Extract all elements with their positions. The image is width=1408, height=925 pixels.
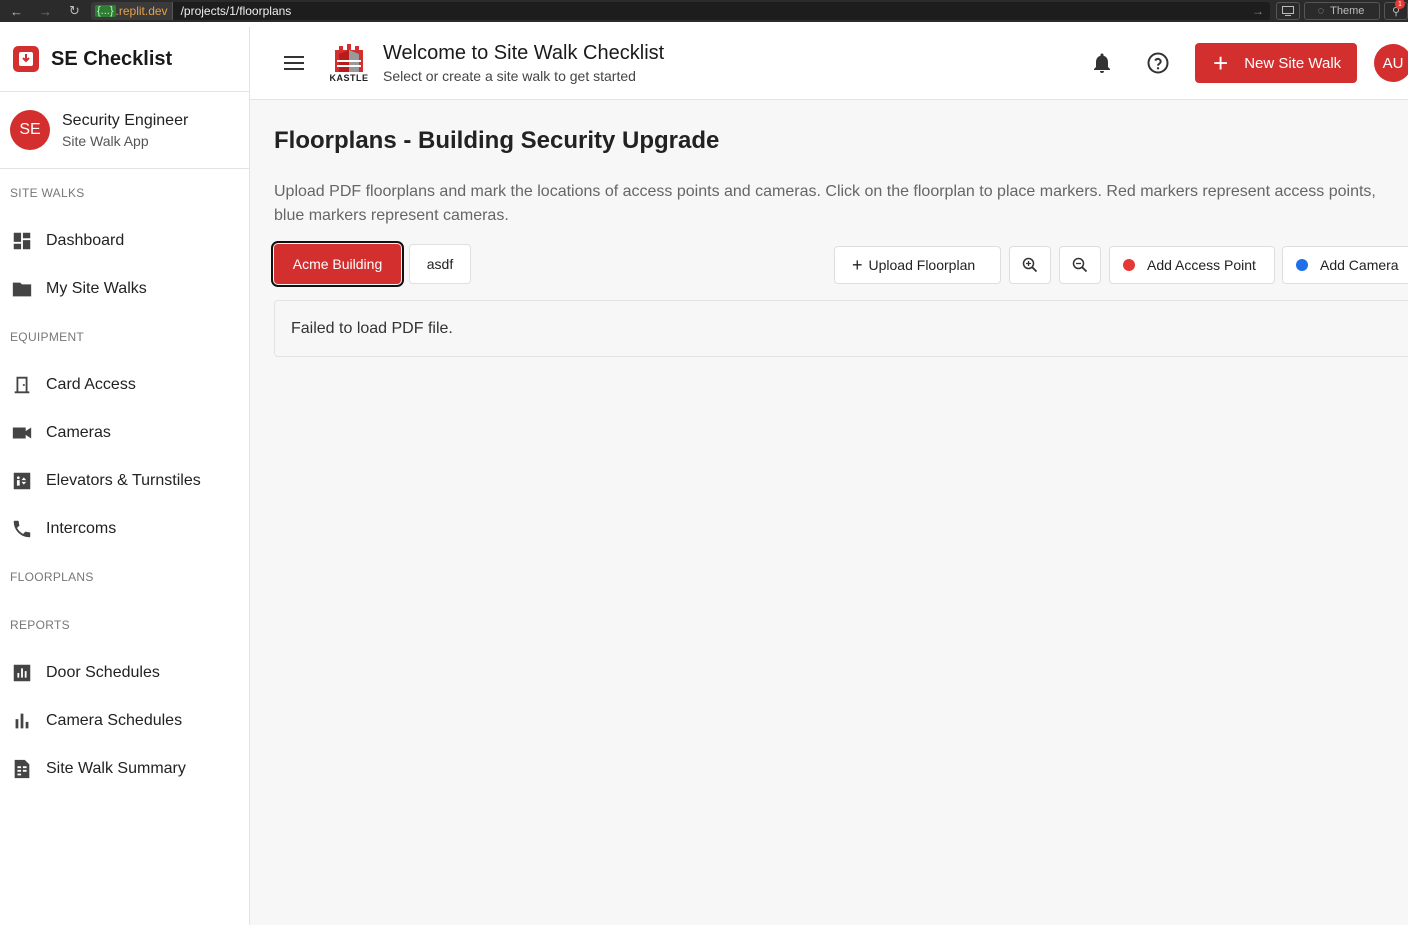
menu-icon[interactable] bbox=[283, 52, 305, 74]
browser-toolbar: ← → ↻ {...} .replit.dev /projects/1/floo… bbox=[0, 0, 1408, 22]
phone-icon bbox=[11, 518, 33, 540]
floorplan-tab-asdf[interactable]: asdf bbox=[409, 244, 471, 284]
main-content: Floorplans - Building Security Upgrade U… bbox=[250, 100, 1408, 925]
bar-chart-icon bbox=[11, 710, 33, 732]
top-header: KASTLE Welcome to Site Walk Checklist Se… bbox=[250, 27, 1408, 100]
sidebar-item-my-site-walks[interactable]: My Site Walks bbox=[0, 265, 249, 313]
bell-icon[interactable] bbox=[1090, 51, 1114, 75]
url-path: /projects/1/floorplans bbox=[180, 4, 292, 18]
user-profile: SE Security Engineer Site Walk App bbox=[0, 92, 249, 169]
user-name: Security Engineer bbox=[62, 111, 189, 129]
checklist-logo-icon bbox=[13, 46, 39, 72]
section-label-equipment: EQUIPMENT bbox=[10, 330, 85, 344]
sidebar-item-label: Card Access bbox=[46, 376, 136, 393]
address-bar[interactable]: {...} .replit.dev /projects/1/floorplans… bbox=[91, 2, 1270, 20]
kastle-logo: KASTLE bbox=[327, 40, 371, 86]
bar-chart-box-icon bbox=[11, 662, 33, 684]
palette-icon: ◌ bbox=[1317, 5, 1325, 17]
section-label-reports: REPORTS bbox=[10, 618, 70, 632]
page-title: Floorplans - Building Security Upgrade bbox=[274, 127, 720, 154]
screen-icon[interactable] bbox=[1276, 2, 1300, 20]
zoom-out-icon bbox=[1072, 257, 1088, 273]
sidebar-item-camera-schedules[interactable]: Camera Schedules bbox=[0, 697, 249, 745]
header-subtitle: Select or create a site walk to get star… bbox=[383, 68, 636, 84]
sidebar-item-label: Site Walk Summary bbox=[46, 760, 186, 777]
section-label-floorplans[interactable]: FLOORPLANS bbox=[0, 553, 249, 601]
sidebar-item-label: Dashboard bbox=[46, 232, 125, 249]
url-domain: {...} .replit.dev bbox=[91, 2, 173, 20]
add-camera-label: Add Camera bbox=[1320, 257, 1399, 273]
sidebar-item-door-schedules[interactable]: Door Schedules bbox=[0, 649, 249, 697]
castle-icon bbox=[335, 44, 363, 72]
add-camera-button[interactable]: Add Camera bbox=[1282, 246, 1408, 284]
elevator-icon bbox=[11, 470, 33, 492]
floorplan-tab-acme-building[interactable]: Acme Building bbox=[271, 241, 404, 287]
sidebar-item-cameras[interactable]: Cameras bbox=[0, 409, 249, 457]
plus-icon: + bbox=[1213, 48, 1229, 78]
back-arrow-icon[interactable]: ← bbox=[2, 4, 31, 19]
url-domain-name: .replit.dev bbox=[115, 4, 168, 18]
avatar: SE bbox=[10, 110, 50, 150]
header-title: Welcome to Site Walk Checklist bbox=[383, 42, 665, 64]
sidebar-item-label: My Site Walks bbox=[46, 280, 147, 297]
sidebar-item-label: Camera Schedules bbox=[46, 712, 183, 729]
page-description: Upload PDF floorplans and mark the locat… bbox=[274, 183, 1376, 224]
zoom-in-button[interactable] bbox=[1009, 246, 1051, 284]
pdf-error-message: Failed to load PDF file. bbox=[274, 300, 1408, 357]
folder-icon bbox=[11, 278, 33, 300]
dashboard-icon bbox=[11, 230, 33, 252]
add-access-point-button[interactable]: Add Access Point bbox=[1109, 246, 1275, 284]
user-avatar[interactable]: AU bbox=[1374, 44, 1408, 82]
user-subtitle: Site Walk App bbox=[62, 132, 149, 149]
theme-button[interactable]: ◌ Theme bbox=[1304, 2, 1380, 20]
app-title: SE Checklist bbox=[51, 47, 173, 70]
sidebar-item-card-access[interactable]: Card Access bbox=[0, 361, 249, 409]
new-site-walk-label: New Site Walk bbox=[1244, 54, 1342, 72]
error-text: Failed to load PDF file. bbox=[291, 319, 453, 337]
camera-marker-icon bbox=[1296, 259, 1308, 271]
url-domain-highlight: {...} bbox=[95, 5, 116, 17]
sidebar-item-elevators[interactable]: Elevators & Turnstiles bbox=[0, 457, 249, 505]
forward-arrow-icon[interactable]: → bbox=[31, 4, 60, 19]
sidebar-item-label: Cameras bbox=[46, 424, 111, 441]
access-point-marker-icon bbox=[1123, 259, 1135, 271]
section-label-site-walks: SITE WALKS bbox=[10, 186, 85, 200]
sidebar-item-label: Intercoms bbox=[46, 520, 117, 537]
door-icon bbox=[11, 374, 33, 396]
add-access-point-label: Add Access Point bbox=[1147, 257, 1256, 273]
notification-badge: 1 bbox=[1395, 0, 1405, 9]
sidebar: SE Checklist SE Security Engineer Site W… bbox=[0, 27, 250, 925]
videocam-icon bbox=[11, 422, 33, 444]
reload-icon[interactable]: ↻ bbox=[60, 3, 89, 19]
sidebar-item-dashboard[interactable]: Dashboard bbox=[0, 217, 249, 265]
zoom-in-icon bbox=[1022, 257, 1038, 273]
summary-doc-icon bbox=[11, 758, 33, 780]
upload-floorplan-button[interactable]: + Upload Floorplan bbox=[834, 246, 1001, 284]
kastle-wordmark: KASTLE bbox=[329, 73, 369, 83]
sidebar-brand: SE Checklist bbox=[0, 27, 249, 92]
help-icon[interactable] bbox=[1146, 51, 1170, 75]
sidebar-item-site-walk-summary[interactable]: Site Walk Summary bbox=[0, 745, 249, 793]
sidebar-item-intercoms[interactable]: Intercoms bbox=[0, 505, 249, 553]
sidebar-item-label: Elevators & Turnstiles bbox=[46, 472, 201, 489]
new-site-walk-button[interactable]: + New Site Walk bbox=[1195, 43, 1357, 83]
zoom-out-button[interactable] bbox=[1059, 246, 1101, 284]
sidebar-item-label: Door Schedules bbox=[46, 664, 160, 681]
theme-label: Theme bbox=[1330, 5, 1365, 17]
go-arrow-icon[interactable]: → bbox=[1252, 4, 1264, 18]
extension-button[interactable]: ⚲ 1 bbox=[1384, 0, 1408, 20]
plus-icon: + bbox=[852, 255, 863, 275]
upload-floorplan-label: Upload Floorplan bbox=[868, 257, 976, 273]
